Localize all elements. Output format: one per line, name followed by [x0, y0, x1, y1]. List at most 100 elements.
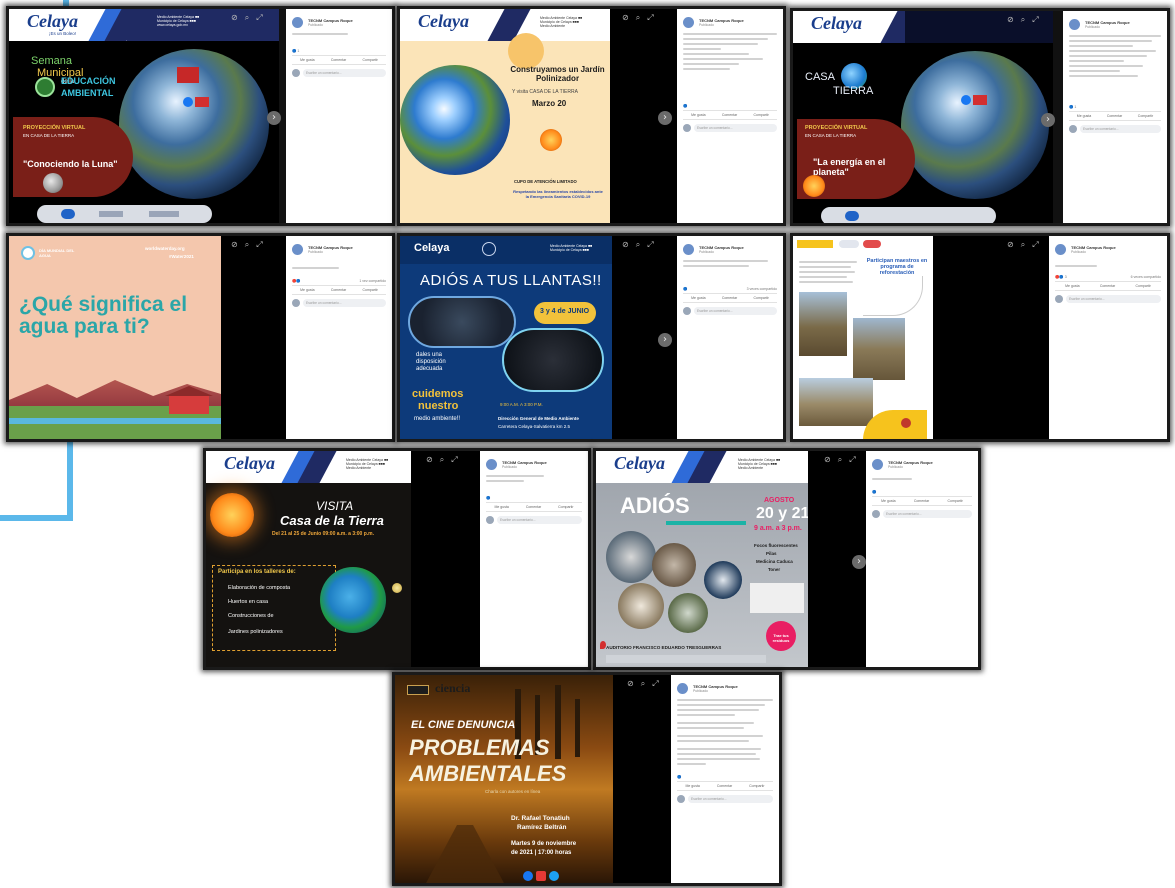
share-button[interactable]: Compartir	[1135, 284, 1150, 288]
page-avatar[interactable]	[872, 459, 883, 470]
expand-icon[interactable]: ⤢	[256, 240, 262, 250]
post-date[interactable]: Publicado	[699, 23, 744, 27]
like-button[interactable]: Me gusta	[1065, 284, 1079, 288]
tag-icon[interactable]: ⊘	[627, 679, 634, 689]
celaya-tagline: ¡Es un Boleo!	[49, 31, 77, 36]
page-avatar[interactable]	[292, 244, 303, 255]
page-avatar[interactable]	[486, 459, 497, 470]
comment-button[interactable]: Comentar	[1100, 284, 1115, 288]
comment-button[interactable]: Comentar	[1107, 114, 1122, 118]
tag-icon[interactable]: ⊘	[1007, 240, 1014, 250]
page-avatar[interactable]	[292, 17, 303, 28]
poster-image-adios-residuos: Celaya Medio Ambiente Celaya ■■ Municipio…	[596, 451, 808, 667]
zoom-icon[interactable]: ⌕	[245, 240, 249, 250]
zoom-icon[interactable]: ⌕	[440, 455, 444, 465]
zoom-icon[interactable]: ⌕	[636, 13, 640, 23]
page-avatar[interactable]	[683, 17, 694, 28]
like-button[interactable]: Me gusta	[881, 499, 895, 503]
share-button[interactable]: Compartir	[558, 505, 573, 509]
expand-icon[interactable]: ⤢	[849, 455, 855, 465]
share-button[interactable]: Compartir	[362, 58, 377, 62]
next-arrow-icon[interactable]: ›	[658, 333, 672, 347]
zoom-icon[interactable]: ⌕	[838, 455, 842, 465]
comment-button[interactable]: Comentar	[331, 288, 346, 292]
like-button[interactable]: Me gusta	[300, 288, 314, 292]
expand-icon[interactable]: ⤢	[256, 13, 262, 23]
expand-icon[interactable]: ⤢	[652, 679, 658, 689]
comment-input[interactable]: Escribe un comentario...	[1080, 125, 1161, 133]
comment-button[interactable]: Comentar	[331, 58, 346, 62]
expand-icon[interactable]: ⤢	[647, 240, 653, 250]
earth-image	[400, 65, 510, 175]
tag-icon[interactable]: ⊘	[622, 240, 629, 250]
expand-icon[interactable]: ⤢	[451, 455, 457, 465]
zoom-icon[interactable]: ⌕	[245, 13, 249, 23]
share-button[interactable]: Compartir	[362, 288, 377, 292]
post-date[interactable]: Publicado	[308, 250, 353, 254]
post-date[interactable]: Publicado	[1085, 25, 1130, 29]
share-button[interactable]: Compartir	[947, 499, 962, 503]
comment-button[interactable]: Comentar	[717, 784, 732, 788]
zoom-icon[interactable]: ⌕	[1021, 240, 1025, 250]
like-button[interactable]: Me gusta	[1077, 114, 1091, 118]
next-arrow-icon[interactable]: ›	[1041, 113, 1055, 127]
zoom-icon[interactable]: ⌕	[1021, 15, 1025, 25]
comment-input[interactable]: Escribe un comentario...	[303, 69, 386, 77]
celaya-logo: Celaya	[414, 242, 450, 254]
expand-icon[interactable]: ⤢	[1032, 15, 1038, 25]
post-date[interactable]: Publicado	[699, 250, 744, 254]
comment-input[interactable]: Escribe un comentario...	[497, 516, 582, 524]
comment-button[interactable]: Comentar	[526, 505, 541, 509]
post-date[interactable]: Publicado	[1071, 250, 1116, 254]
zoom-icon[interactable]: ⌕	[641, 679, 645, 689]
next-arrow-icon[interactable]: ›	[658, 111, 672, 125]
tag-icon[interactable]: ⊘	[426, 455, 433, 465]
zoom-icon[interactable]: ⌕	[636, 240, 640, 250]
post-date[interactable]: Publicado	[888, 465, 933, 469]
page-avatar[interactable]	[677, 683, 688, 694]
tag-icon[interactable]: ⊘	[231, 240, 238, 250]
comment-input[interactable]: Escribe un comentario...	[694, 307, 777, 315]
facebook-post-pane: TECNM Campus Roque Publicado 🔵 3 veces com…	[677, 236, 783, 439]
comment-input[interactable]: Escribe un comentario...	[694, 124, 777, 132]
speaker-1: Dr. Rafael Tonatiuh	[511, 815, 570, 822]
comment-button[interactable]: Comentar	[722, 296, 737, 300]
screenshot-panel-6: Participan maestros en programa de refor…	[790, 233, 1170, 442]
moon-image	[43, 173, 63, 193]
share-button[interactable]: Compartir	[1138, 114, 1153, 118]
like-button[interactable]: Me gusta	[494, 505, 508, 509]
proyeccion-text: PROYECCIÓN VIRTUAL	[805, 125, 868, 131]
post-date[interactable]: Publicado	[693, 689, 738, 693]
next-arrow-icon[interactable]: ›	[267, 111, 281, 125]
tag-icon[interactable]: ⊘	[824, 455, 831, 465]
post-date[interactable]: Publicado	[502, 465, 547, 469]
like-button[interactable]: Me gusta	[691, 113, 705, 117]
comment-input[interactable]: Escribe un comentario...	[688, 795, 773, 803]
like-button[interactable]: Me gusta	[300, 58, 314, 62]
next-arrow-icon[interactable]: ›	[852, 555, 866, 569]
post-date[interactable]: Publicado	[308, 23, 353, 27]
comment-input[interactable]: Escribe un comentario...	[1066, 295, 1161, 303]
like-button[interactable]: Me gusta	[691, 296, 705, 300]
expand-icon[interactable]: ⤢	[647, 13, 653, 23]
tag-icon[interactable]: ⊘	[622, 13, 629, 23]
comment-input[interactable]: Escribe un comentario...	[883, 510, 972, 518]
tag-icon[interactable]: ⊘	[1007, 15, 1014, 25]
tag-icon[interactable]: ⊘	[231, 13, 238, 23]
marzo-date: Marzo 20	[532, 99, 567, 108]
share-button[interactable]: Compartir	[753, 113, 768, 117]
page-avatar[interactable]	[1055, 244, 1066, 255]
page-avatar[interactable]	[683, 244, 694, 255]
comment-input[interactable]: Escribe un comentario...	[303, 299, 386, 307]
comment-button[interactable]: Comentar	[914, 499, 929, 503]
participa-text: Participa en los talleres de:	[218, 569, 296, 575]
share-button[interactable]: Compartir	[749, 784, 764, 788]
share-button[interactable]: Compartir	[753, 296, 768, 300]
fechas-junio: 3 y 4 de JUNIO	[540, 308, 590, 315]
expand-icon[interactable]: ⤢	[1032, 240, 1038, 250]
page-avatar[interactable]	[1069, 19, 1080, 30]
like-button[interactable]: Me gusta	[685, 784, 699, 788]
comment-button[interactable]: Comentar	[722, 113, 737, 117]
poster-image-dia-mundial-agua: DÍA MUNDIAL DEL AGUA worldwaterday.org #…	[9, 236, 221, 439]
mes-text: AGOSTO	[764, 497, 795, 504]
